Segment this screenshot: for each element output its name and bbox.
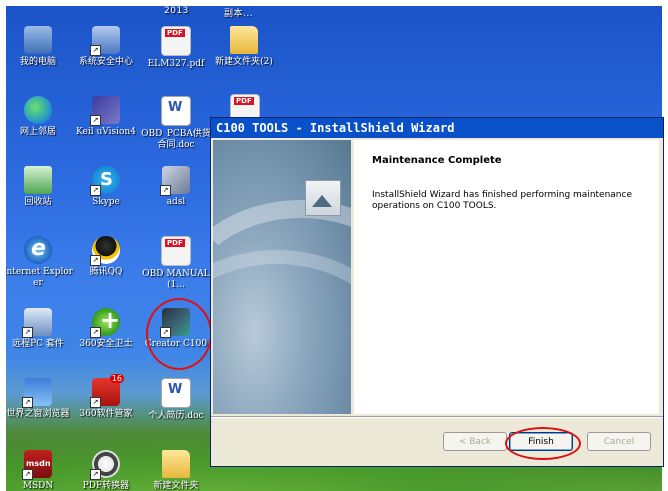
computer-icon	[24, 26, 52, 54]
desktop-icon-label: Skype	[92, 197, 120, 207]
shortcut-arrow-icon: ↗	[90, 255, 101, 266]
shortcut-arrow-icon: ↗	[22, 397, 33, 408]
wizard-banner-panel	[213, 140, 351, 414]
desktop-icon-skype[interactable]: ↗ Skype	[70, 166, 142, 208]
security-center-icon: ↗	[90, 26, 120, 56]
folder-icon	[230, 26, 258, 54]
word-doc-icon	[161, 96, 191, 126]
banner-swoosh	[213, 250, 351, 414]
desktop-icon-label: 世界之窗浏览器	[6, 409, 70, 419]
skype-icon: ↗	[90, 166, 120, 196]
pdf-converter-icon: ↗	[90, 450, 120, 480]
desktop-icon-360-software[interactable]: ↗ 360软件管家	[70, 374, 142, 420]
desktop-icon-label: MSDN	[22, 481, 54, 491]
pdf-icon	[161, 26, 191, 56]
annotation-circle-finish	[505, 427, 581, 460]
wizard-content-panel: Maintenance Complete InstallShield Wizar…	[354, 140, 659, 414]
shortcut-arrow-icon: ↗	[90, 327, 101, 338]
shortcut-arrow-icon: ↗	[90, 45, 101, 56]
desktop-icon-label: 网上邻居	[19, 127, 56, 137]
desktop-icon-label: 系统安全中心	[78, 57, 133, 67]
desktop-icon-my-computer[interactable]: 我的电脑	[6, 26, 74, 68]
cut-off-label: 副本...	[224, 9, 254, 19]
cut-off-label: 2013	[164, 6, 189, 16]
adsl-icon: ↗	[160, 166, 190, 196]
desktop-icon-recycle-bin[interactable]: 回收站	[6, 166, 74, 208]
desktop-icon-label: 我的电脑	[19, 57, 56, 67]
desktop-icon-new-folder[interactable]: 新建文件夹	[140, 450, 212, 491]
cancel-button[interactable]: Cancel	[587, 432, 651, 451]
shortcut-arrow-icon: ↗	[22, 469, 33, 480]
desktop-icon-adsl[interactable]: ↗ adsl	[140, 166, 212, 208]
desktop-icon-label: 个人简历.doc	[148, 411, 204, 421]
word-doc-icon	[161, 378, 191, 408]
desktop-icon-label: 360安全卫士	[79, 339, 133, 349]
desktop-icon-obd-contract-doc[interactable]: OBD_PCBA供货合同.doc	[140, 96, 212, 151]
desktop-icon-internet-explorer[interactable]: Internet Explorer	[6, 236, 74, 289]
folder-icon	[162, 450, 190, 478]
wizard-message: InstallShield Wizard has finished perfor…	[372, 190, 632, 211]
pc-suite-icon: ↗	[22, 308, 52, 338]
desktop-icon-new-folder-2[interactable]: 新建文件夹(2)	[208, 26, 280, 68]
desktop-icon-label: 回收站	[24, 197, 52, 207]
desktop-icon-qq[interactable]: ↗ 腾讯QQ	[70, 236, 142, 278]
desktop-icon-obd-manual[interactable]: OBD MANUAL(1...	[140, 236, 212, 291]
installshield-dialog: C100 TOOLS - InstallShield Wizard Mainte…	[210, 117, 664, 467]
shortcut-arrow-icon: ↗	[90, 115, 101, 126]
shortcut-arrow-icon: ↗	[160, 185, 171, 196]
shortcut-arrow-icon: ↗	[22, 327, 33, 338]
desktop-icon-360-safe[interactable]: ↗ 360安全卫士	[70, 306, 142, 350]
pdf-icon	[161, 236, 191, 266]
desktop-icon-theworld-browser[interactable]: ↗ 世界之窗浏览器	[6, 378, 74, 420]
dialog-separator	[211, 416, 663, 418]
desktop-icon-network[interactable]: 网上邻居	[6, 96, 74, 138]
annotation-circle-creator	[146, 298, 212, 370]
desktop-icon-label: 远程PC 套件	[12, 339, 64, 349]
desktop-icon-label: OBD_PCBA供货合同.doc	[141, 129, 211, 150]
desktop-icon-elm327-pdf[interactable]: ELM327.pdf	[140, 26, 212, 70]
keil-icon: ↗	[90, 96, 120, 126]
desktop-icon-label: adsl	[166, 197, 186, 207]
desktop-icon-label: 腾讯QQ	[89, 267, 123, 277]
ie-icon	[24, 236, 52, 264]
shortcut-arrow-icon: ↗	[90, 469, 101, 480]
shortcut-arrow-icon: ↗	[90, 397, 101, 408]
desktop-icon-label: 新建文件夹	[153, 481, 199, 491]
desktop-icon-label: OBD MANUAL(1...	[142, 269, 210, 290]
desktop-icon-keil[interactable]: ↗ Keil uVision4	[70, 96, 142, 138]
wizard-heading: Maintenance Complete	[372, 155, 502, 166]
desktop-icon-label: 新建文件夹(2)	[215, 57, 273, 67]
desktop-icon-security-center[interactable]: ↗ 系统安全中心	[70, 26, 142, 68]
desktop-icon-pdf-converter[interactable]: ↗ PDF转换器	[70, 450, 142, 491]
shortcut-arrow-icon: ↗	[90, 185, 101, 196]
desktop-icon-label: 360软件管家	[79, 409, 133, 419]
desktop-icon-resume-doc[interactable]: 个人简历.doc	[140, 378, 212, 422]
desktop-icon-label: PDF转换器	[82, 481, 130, 491]
network-icon	[24, 96, 52, 124]
msdn-icon: ↗	[22, 450, 52, 480]
desktop-icon-label: Keil uVision4	[76, 127, 136, 137]
dialog-titlebar[interactable]: C100 TOOLS - InstallShield Wizard	[211, 118, 663, 138]
360-software-icon: ↗	[90, 374, 124, 408]
dialog-title: C100 TOOLS - InstallShield Wizard	[216, 121, 455, 135]
desktop-icon-pc-suite[interactable]: ↗ 远程PC 套件	[6, 308, 74, 350]
installshield-logo-icon	[305, 180, 341, 216]
back-button[interactable]: < Back	[443, 432, 507, 451]
desktop-icon-msdn[interactable]: ↗ MSDN	[6, 450, 74, 491]
recycle-bin-icon	[24, 166, 52, 194]
desktop-icon-label: ELM327.pdf	[147, 59, 205, 69]
theworld-browser-icon: ↗	[22, 378, 52, 408]
desktop-icon-label: Internet Explorer	[6, 267, 74, 288]
360-safe-icon: ↗	[90, 306, 120, 338]
qq-icon: ↗	[90, 236, 120, 266]
